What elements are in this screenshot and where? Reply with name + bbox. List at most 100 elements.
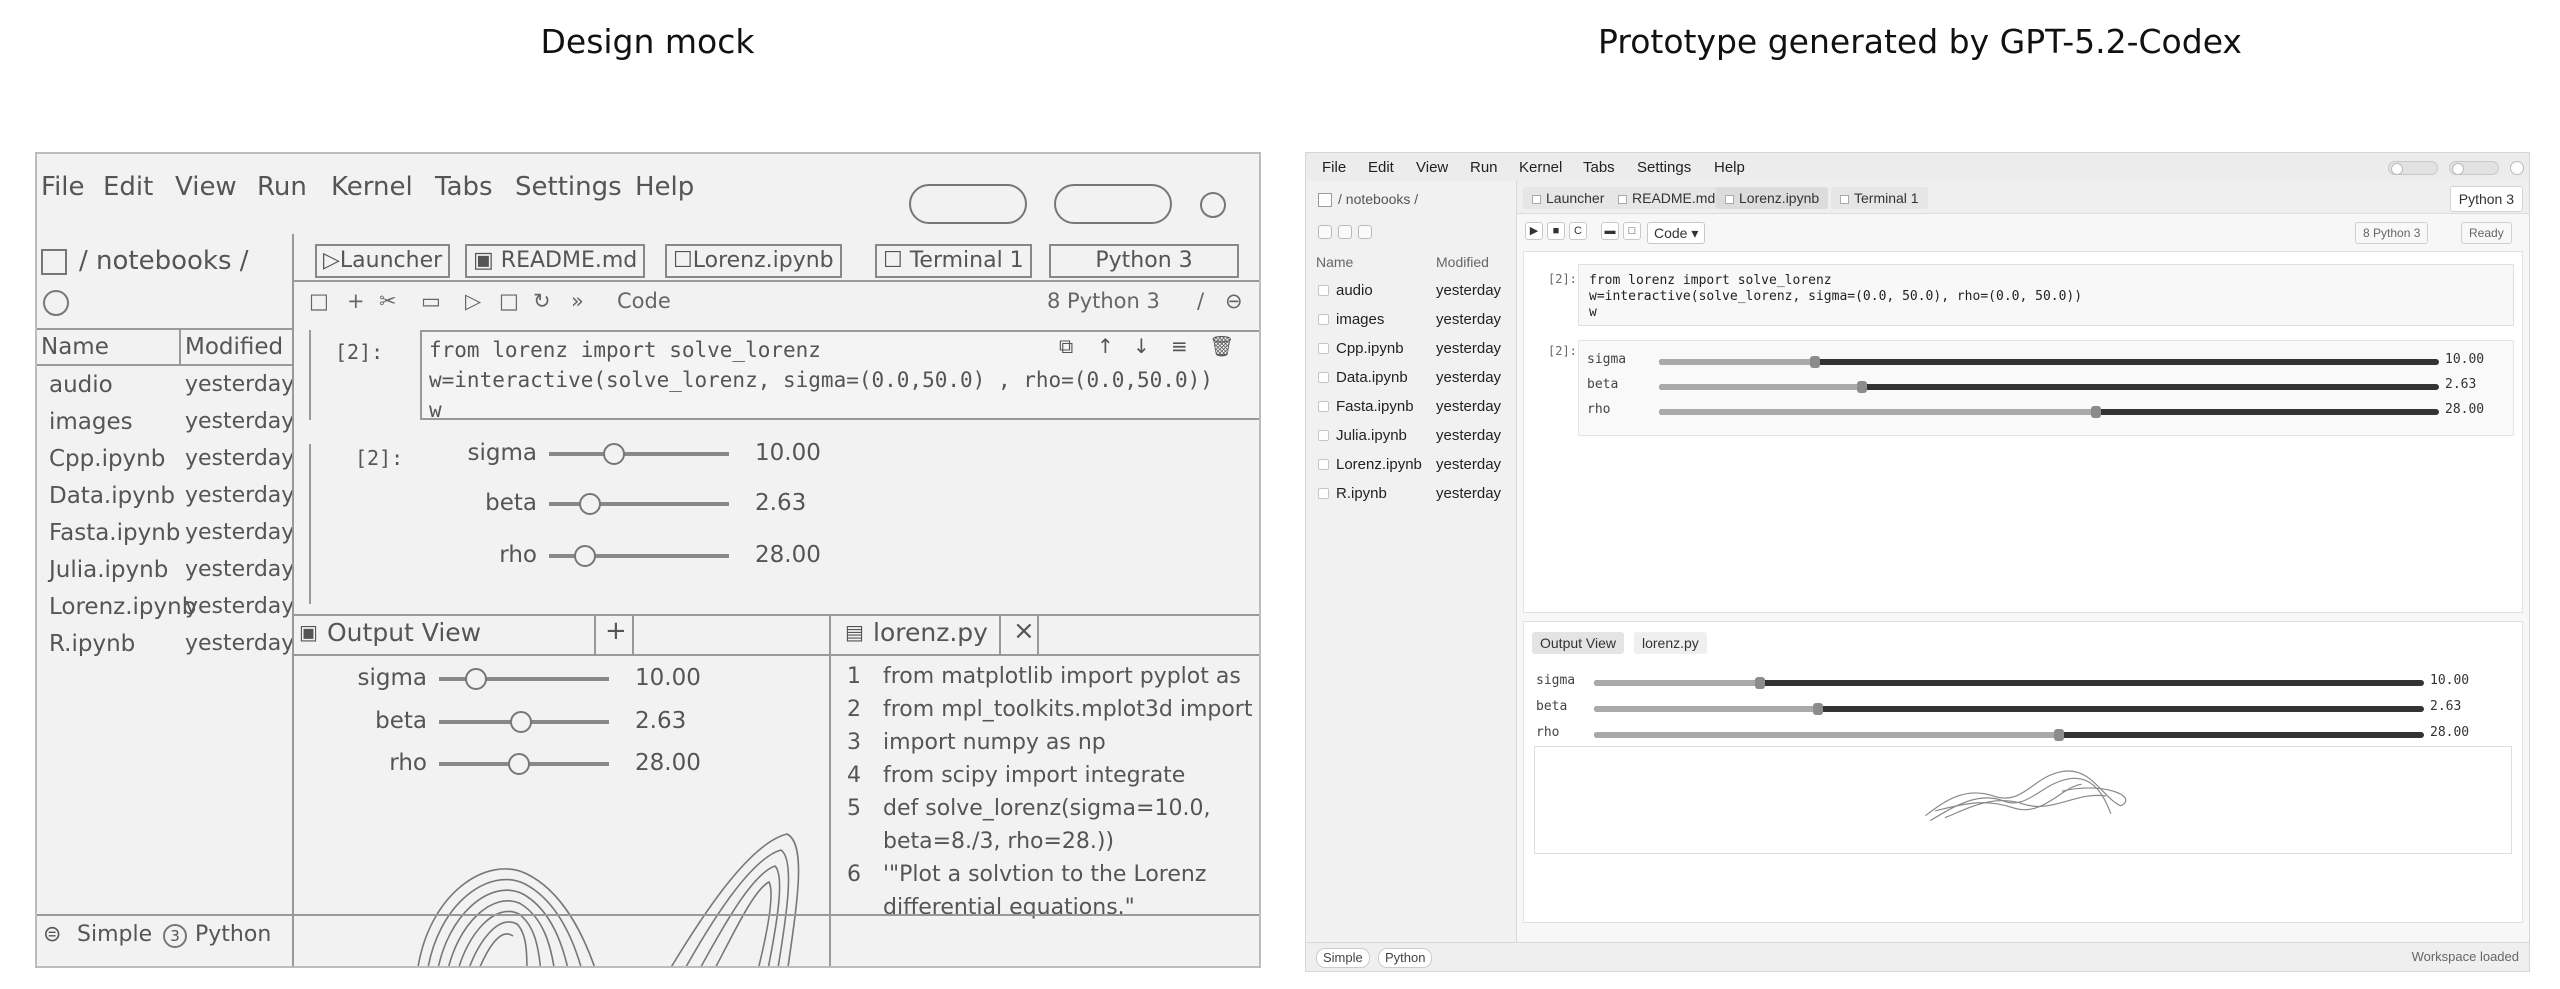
refresh-icon[interactable]: [1358, 225, 1372, 239]
mock-file-name[interactable]: Cpp.ipynb: [49, 446, 165, 472]
proto-file-row[interactable]: Data.ipynb yesterday: [1306, 363, 1516, 392]
proto-file-row[interactable]: audio yesterday: [1306, 276, 1516, 305]
mock-slider-knob[interactable]: [603, 443, 625, 465]
proto-code-cell[interactable]: from lorenz import solve_lorenz w=intera…: [1578, 264, 2514, 326]
copy-icon[interactable]: □: [1623, 222, 1641, 240]
mock-add-icon[interactable]: +: [347, 289, 365, 313]
mock-view-slider-knob[interactable]: [465, 668, 487, 690]
mock-stop-icon[interactable]: □: [499, 289, 519, 313]
mock-menu-kernel[interactable]: Kernel: [331, 172, 413, 202]
proto-menu-help[interactable]: Help: [1714, 159, 1745, 176]
mock-close-icon[interactable]: ×: [1013, 616, 1035, 646]
mock-file-name[interactable]: images: [49, 409, 133, 435]
mock-menu-tabs[interactable]: Tabs: [435, 172, 493, 202]
proto-kernel-tab[interactable]: Python 3: [2449, 186, 2523, 212]
mock-simple-toggle-icon[interactable]: ⊜: [43, 922, 61, 947]
mock-duplicate-icon[interactable]: ⧉: [1059, 334, 1073, 358]
mock-folder-icon[interactable]: [41, 249, 67, 275]
proto-toggle-1[interactable]: [2388, 161, 2438, 175]
mock-kernel-tab[interactable]: Python 3: [1049, 244, 1239, 278]
proto-tab-lorenz-py[interactable]: lorenz.py: [1634, 632, 1707, 654]
file-checkbox-icon[interactable]: [1318, 459, 1329, 470]
proto-toggle-2[interactable]: [2449, 161, 2499, 175]
mock-slider-knob[interactable]: [579, 493, 601, 515]
mock-cut-icon[interactable]: ✂: [379, 289, 397, 313]
mock-menu-view[interactable]: View: [175, 172, 237, 202]
upload-icon[interactable]: [1338, 225, 1352, 239]
file-checkbox-icon[interactable]: [1318, 285, 1329, 296]
file-checkbox-icon[interactable]: [1318, 343, 1329, 354]
mock-file-name[interactable]: Data.ipynb: [49, 483, 175, 509]
proto-menu-view[interactable]: View: [1416, 159, 1448, 176]
mock-view-slider-knob[interactable]: [510, 711, 532, 733]
mock-output-view-title[interactable]: Output View: [327, 618, 481, 647]
proto-slider-knob[interactable]: [1810, 356, 1820, 368]
mock-slider-track[interactable]: [549, 452, 729, 456]
mock-toggle-pill-2[interactable]: [1054, 184, 1172, 224]
mock-menu-help[interactable]: Help: [635, 172, 694, 202]
file-checkbox-icon[interactable]: [1318, 372, 1329, 383]
mock-menu-settings[interactable]: Settings: [515, 172, 622, 202]
proto-slider-track[interactable]: [1594, 729, 2424, 741]
proto-slider-knob[interactable]: [1755, 677, 1765, 689]
proto-col-modified[interactable]: Modified: [1436, 254, 1489, 270]
mock-view-slider-knob[interactable]: [508, 753, 530, 775]
mock-file-name[interactable]: Lorenz.ipynb: [49, 594, 196, 620]
mock-fast-forward-icon[interactable]: »: [571, 289, 584, 313]
proto-file-row[interactable]: Cpp.ipynb yesterday: [1306, 334, 1516, 363]
mock-menu-run[interactable]: Run: [257, 172, 307, 202]
file-checkbox-icon[interactable]: [1318, 488, 1329, 499]
proto-tab-readme[interactable]: README.md: [1609, 187, 1725, 209]
file-checkbox-icon[interactable]: [1318, 314, 1329, 325]
proto-file-row[interactable]: R.ipynb yesterday: [1306, 479, 1516, 508]
mock-menu-file[interactable]: File: [41, 172, 85, 202]
file-checkbox-icon[interactable]: [1318, 401, 1329, 412]
proto-menu-file[interactable]: File: [1322, 159, 1346, 176]
mock-new-circle-icon[interactable]: [43, 290, 69, 316]
proto-col-name[interactable]: Name: [1316, 254, 1353, 270]
proto-slider-knob[interactable]: [1813, 703, 1823, 715]
mock-file-name[interactable]: R.ipynb: [49, 631, 135, 657]
proto-cell-type-select[interactable]: Code ▾: [1647, 222, 1706, 244]
proto-status-simple[interactable]: Simple: [1316, 948, 1370, 968]
mock-breadcrumb[interactable]: / notebooks /: [79, 246, 249, 276]
mock-status-simple[interactable]: Simple: [77, 922, 152, 947]
proto-tab-output-view[interactable]: Output View: [1532, 632, 1625, 654]
proto-tab-terminal[interactable]: Terminal 1: [1831, 187, 1928, 209]
proto-status-python[interactable]: Python: [1378, 948, 1433, 968]
proto-slider-track[interactable]: [1659, 356, 2439, 368]
mock-cell-type[interactable]: Code: [617, 289, 671, 313]
mock-slider-knob[interactable]: [574, 545, 596, 567]
mock-move-up-icon[interactable]: ↑: [1097, 334, 1114, 358]
proto-slider-knob[interactable]: [1857, 381, 1867, 393]
proto-slider-track[interactable]: [1594, 677, 2424, 689]
mock-lorenz-file-title[interactable]: lorenz.py: [873, 618, 988, 647]
mock-tab-launcher[interactable]: ▷Launcher: [315, 244, 451, 278]
stop-icon[interactable]: ■: [1547, 222, 1565, 240]
mock-file-name[interactable]: Julia.ipynb: [49, 557, 168, 583]
mock-toggle-pill-1[interactable]: [909, 184, 1027, 224]
proto-menu-kernel[interactable]: Kernel: [1519, 159, 1562, 176]
proto-file-row[interactable]: Lorenz.ipynb yesterday: [1306, 450, 1516, 479]
proto-slider-knob[interactable]: [2091, 406, 2101, 418]
save-icon[interactable]: ▬: [1601, 222, 1619, 240]
mock-menu-edit[interactable]: Edit: [103, 172, 153, 202]
mock-col-name[interactable]: Name: [41, 334, 109, 360]
proto-slider-track[interactable]: [1594, 703, 2424, 715]
new-folder-icon[interactable]: [1318, 225, 1332, 239]
mock-tab-lorenz[interactable]: ☐Lorenz.ipynb: [665, 244, 842, 278]
proto-file-row[interactable]: Julia.ipynb yesterday: [1306, 421, 1516, 450]
restart-icon[interactable]: C: [1569, 222, 1587, 240]
proto-breadcrumb[interactable]: / notebooks /: [1318, 191, 1418, 208]
mock-file-name[interactable]: audio: [49, 372, 113, 398]
proto-slider-knob[interactable]: [2054, 729, 2064, 741]
proto-tab-launcher[interactable]: Launcher: [1523, 187, 1614, 209]
proto-slider-track[interactable]: [1659, 381, 2439, 393]
mock-slider-track[interactable]: [549, 502, 729, 506]
mock-tab-readme[interactable]: ▣ README.md: [465, 244, 646, 278]
mock-file-name[interactable]: Fasta.ipynb: [49, 520, 180, 546]
proto-menu-settings[interactable]: Settings: [1637, 159, 1691, 176]
proto-menu-tabs[interactable]: Tabs: [1583, 159, 1615, 176]
mock-run-icon[interactable]: ▷: [465, 289, 481, 313]
mock-format-icon[interactable]: ≡: [1171, 334, 1188, 358]
